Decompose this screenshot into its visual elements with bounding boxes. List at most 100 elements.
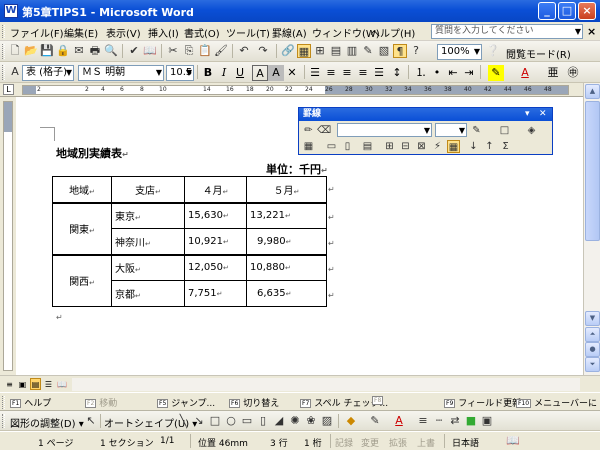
enclose-chars-icon[interactable]: ㊥ <box>565 65 581 81</box>
columns-icon[interactable]: ▥ <box>345 44 359 58</box>
bold-button[interactable]: B <box>200 65 216 81</box>
highlight-icon[interactable]: ✎ <box>488 65 504 81</box>
char-scale-button[interactable]: ✕ <box>284 65 300 81</box>
split-cells-icon[interactable]: ▯ <box>341 140 354 153</box>
dash-style-icon[interactable]: ┄ <box>432 414 446 428</box>
align-left-icon[interactable]: ≡ <box>323 65 339 81</box>
paste-icon[interactable]: 📋 <box>198 44 212 58</box>
cut-icon[interactable]: ✂ <box>166 44 180 58</box>
document-close-icon[interactable]: × <box>587 25 596 38</box>
april-cell[interactable]: 12,050↵ <box>184 253 247 281</box>
normal-view-icon[interactable]: ≡ <box>4 378 15 390</box>
outline-view-icon[interactable]: ☰ <box>43 378 54 390</box>
print-layout-icon[interactable]: ▤ <box>30 378 41 390</box>
3d-style-icon[interactable]: ▣ <box>480 414 494 428</box>
may-cell[interactable]: 9,980↵ <box>246 228 327 255</box>
shading-color-icon[interactable]: ◈ <box>525 124 538 137</box>
regional-sales-table[interactable]: 地域↵ 支店↵ ４月↵ ５月↵ 関東↵ 東京↵ 15,630↵ 13,221↵ … <box>52 176 327 307</box>
chevron-down-icon[interactable]: ▼ <box>424 124 430 138</box>
align-cell-icon[interactable]: ▤ <box>361 140 374 153</box>
table-autoformat-icon[interactable]: ⚡ <box>431 140 444 153</box>
tables-borders-icon[interactable]: ▦ <box>297 44 311 58</box>
align-center-icon[interactable]: ≡ <box>339 65 355 81</box>
font-select[interactable]: ＭＳ 明朝 ▼ <box>78 65 164 81</box>
drawing-icon[interactable]: ✎ <box>361 44 375 58</box>
justify-icon[interactable]: ☰ <box>307 65 323 81</box>
italic-button[interactable]: I <box>216 65 232 81</box>
shadow-style-icon[interactable]: ■ <box>464 414 478 428</box>
april-cell[interactable]: 7,751↵ <box>184 280 247 307</box>
april-cell[interactable]: 15,630↵ <box>184 202 247 229</box>
insert-excel-icon[interactable]: ▤ <box>329 44 343 58</box>
toolbar-grip[interactable] <box>2 414 5 428</box>
word-app-icon[interactable]: W <box>4 4 18 18</box>
status-extend[interactable]: 拡張 <box>389 436 407 449</box>
region-cell[interactable]: 関東↵ <box>52 202 112 255</box>
char-shading-button[interactable]: A <box>268 65 284 81</box>
fkey-f6[interactable]: F6 切り替え <box>229 396 279 410</box>
font-color-icon[interactable]: A <box>517 65 533 81</box>
previous-page-button[interactable]: ⏶ <box>585 327 600 342</box>
scroll-up-button[interactable]: ▲ <box>585 84 600 99</box>
increase-indent-icon[interactable]: ⇥ <box>461 65 477 81</box>
ruled-line-palette[interactable]: 罫線 ▾ ✕ ✏ ⌫ ▼ ▼ ✎ □ ◈ ▦ ▭ ▯ ▤ ⊞ ⊟ ⊠ ⚡ ▦ ↓… <box>298 107 553 155</box>
draw-table-icon[interactable]: ✏ <box>302 124 315 137</box>
chevron-down-icon[interactable]: ▼ <box>474 45 480 59</box>
distribute-columns-icon[interactable]: ⊟ <box>399 140 412 153</box>
office-help-icon[interactable]: ❔ <box>486 44 500 58</box>
fkey-f10[interactable]: F10 メニューバーに <box>516 396 597 410</box>
menu-edit[interactable]: 編集(E) <box>64 25 98 40</box>
reading-mode-button[interactable]: 閲覧モード(R) <box>506 46 571 61</box>
copy-icon[interactable]: ⎘ <box>182 44 196 58</box>
status-record[interactable]: 記録 <box>335 436 353 449</box>
maximize-button[interactable]: □ <box>558 2 576 20</box>
merge-cells-icon[interactable]: ▭ <box>325 140 338 153</box>
outside-border-icon[interactable]: □ <box>498 124 511 137</box>
menu-format[interactable]: 書式(O) <box>184 25 220 40</box>
spelling-icon[interactable]: ✔ <box>127 44 141 58</box>
scroll-thumb[interactable] <box>585 101 600 241</box>
fkey-f8[interactable]: F8 <box>372 396 386 410</box>
line-color-icon[interactable]: ✎ <box>368 414 382 428</box>
styles-icon[interactable]: A <box>8 65 22 79</box>
line-weight-select[interactable]: ▼ <box>435 123 467 137</box>
chevron-down-icon[interactable]: ▼ <box>575 25 581 38</box>
redo-icon[interactable]: ↷ <box>256 44 270 58</box>
show-hide-icon[interactable]: ¶ <box>393 44 407 58</box>
chevron-down-icon[interactable]: ▼ <box>459 124 465 138</box>
status-overtype[interactable]: 上書 <box>417 436 435 449</box>
fill-color-icon[interactable]: ◆ <box>344 414 358 428</box>
browse-object-button[interactable]: ● <box>585 342 600 357</box>
minimize-button[interactable]: _ <box>538 2 556 20</box>
menu-insert[interactable]: 挿入(I) <box>148 25 179 40</box>
header-cell[interactable]: 地域↵ <box>52 176 112 204</box>
char-border-button[interactable]: A <box>252 65 268 81</box>
undo-icon[interactable]: ↶ <box>237 44 251 58</box>
fkey-f5[interactable]: F5 ジャンプ... <box>157 396 215 410</box>
april-cell[interactable]: 10,921↵ <box>184 228 247 255</box>
underline-button[interactable]: U <box>232 65 248 81</box>
menu-tools[interactable]: ツール(T) <box>226 25 270 40</box>
status-track-changes[interactable]: 変更 <box>361 436 379 449</box>
print-icon[interactable]: 🖶 <box>88 44 102 58</box>
may-cell[interactable]: 10,880↵ <box>246 253 327 281</box>
may-cell[interactable]: 13,221↵ <box>246 202 327 229</box>
zoom-select[interactable]: 100% ▼ <box>437 44 482 60</box>
new-document-icon[interactable]: 🗋 <box>8 44 22 58</box>
insert-table-icon[interactable]: ▦ <box>302 140 315 153</box>
font-size-select[interactable]: 10.5 ▼ <box>166 65 194 81</box>
line-style-select[interactable]: ▼ <box>337 123 432 137</box>
line-style-icon[interactable]: ≡ <box>416 414 430 428</box>
document-heading[interactable]: 地域別実績表↵ <box>56 145 129 161</box>
decrease-indent-icon[interactable]: ⇤ <box>445 65 461 81</box>
help-icon[interactable]: ? <box>409 44 423 58</box>
clip-art-icon[interactable]: ❀ <box>304 414 318 428</box>
autosum-icon[interactable]: Σ <box>499 140 512 153</box>
vertical-ruler-strip[interactable] <box>3 101 13 371</box>
branch-cell[interactable]: 神奈川↵ <box>111 228 185 255</box>
numbering-icon[interactable]: ⒈ <box>413 65 429 81</box>
vertical-ruler[interactable] <box>0 97 16 375</box>
region-cell[interactable]: 関西↵ <box>52 253 112 307</box>
menu-help[interactable]: ヘルプ(H) <box>370 25 415 40</box>
rectangle-icon[interactable]: □ <box>208 414 222 428</box>
